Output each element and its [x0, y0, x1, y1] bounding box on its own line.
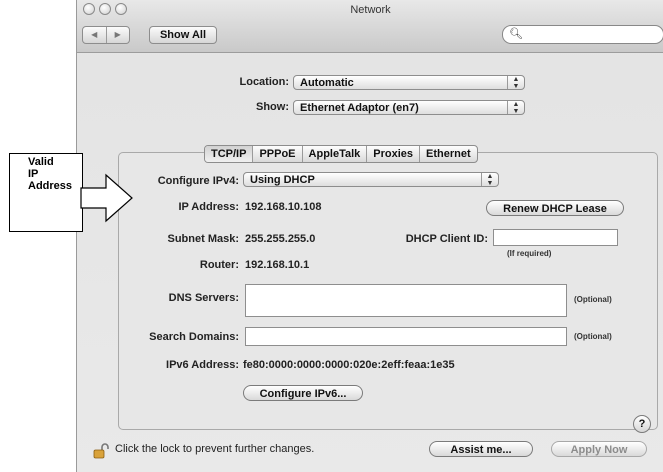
ipv6-address-label: IPv6 Address: [166, 359, 239, 371]
back-button[interactable]: ◀ [83, 27, 107, 43]
subnet-mask-label: Subnet Mask: [167, 233, 239, 245]
popup-arrows-icon: ▲ ▼ [481, 173, 498, 187]
show-all-button[interactable]: Show All [149, 26, 217, 44]
valid-ip-callout: Valid IP Address [9, 153, 83, 232]
location-label: Location: [239, 76, 290, 88]
configure-ipv6-button[interactable]: Configure IPv6... [243, 385, 363, 401]
router-label: Router: [199, 259, 239, 271]
back-forward-control: ◀ ▶ [82, 26, 130, 44]
tab-tcpip[interactable]: TCP/IP [205, 146, 254, 162]
show-value: Ethernet Adaptor (en7) [300, 102, 419, 114]
lock-icon[interactable] [93, 443, 109, 459]
configure-ipv4-value: Using DHCP [250, 174, 315, 186]
popup-arrows-icon: ▲ ▼ [507, 101, 524, 115]
dns-servers-field[interactable] [245, 284, 567, 317]
location-popup[interactable]: Automatic ▲ ▼ [293, 75, 525, 90]
tab-bar: TCP/IP PPPoE AppleTalk Proxies Ethernet [204, 145, 478, 163]
apply-now-button[interactable]: Apply Now [551, 441, 647, 457]
dns-optional-hint: (Optional) [574, 295, 612, 304]
callout-line-1: Valid [28, 156, 54, 168]
tab-proxies[interactable]: Proxies [367, 146, 421, 162]
search-domains-field[interactable] [245, 327, 567, 346]
assist-me-button[interactable]: Assist me... [429, 441, 533, 457]
show-popup[interactable]: Ethernet Adaptor (en7) ▲ ▼ [293, 100, 525, 115]
tab-pppoe[interactable]: PPPoE [253, 146, 303, 162]
location-value: Automatic [300, 77, 354, 89]
ip-address-label: IP Address: [178, 201, 239, 213]
search-field[interactable]: 🔍︎ [502, 25, 663, 44]
title-bar: Network ◀ ▶ Show All 🔍︎ [77, 0, 663, 53]
ip-address-value: 192.168.10.108 [245, 201, 322, 213]
popup-arrows-icon: ▲ ▼ [507, 76, 524, 90]
search-domains-label: Search Domains: [149, 331, 239, 343]
tab-appletalk[interactable]: AppleTalk [303, 146, 368, 162]
callout-line-3: Address [28, 180, 73, 192]
help-button[interactable]: ? [633, 415, 651, 433]
show-label: Show: [256, 101, 289, 113]
dhcp-client-id-label: DHCP Client ID: [405, 233, 488, 245]
dns-servers-label: DNS Servers: [168, 292, 239, 304]
lock-message: Click the lock to prevent further change… [115, 443, 315, 455]
subnet-mask-value: 255.255.255.0 [245, 233, 316, 245]
callout-arrow-icon [80, 173, 133, 223]
ipv6-address-value: fe80:0000:0000:0000:020e:2eff:feaa:1e35 [243, 359, 455, 371]
configure-ipv4-popup[interactable]: Using DHCP ▲ ▼ [243, 172, 499, 187]
tab-ethernet[interactable]: Ethernet [420, 146, 477, 162]
client-id-hint: (If required) [507, 249, 552, 258]
search-optional-hint: (Optional) [574, 332, 612, 341]
network-preferences-window: Network ◀ ▶ Show All 🔍︎ Location: Automa… [76, 0, 663, 472]
configure-ipv4-label: Configure IPv4: [157, 175, 239, 187]
router-value: 192.168.10.1 [245, 259, 310, 271]
search-icon: 🔍︎ [509, 28, 523, 40]
dhcp-client-id-field[interactable] [493, 229, 618, 246]
renew-dhcp-lease-button[interactable]: Renew DHCP Lease [486, 200, 624, 216]
forward-button[interactable]: ▶ [107, 27, 130, 43]
window-title: Network [350, 4, 391, 16]
callout-line-2: IP [28, 168, 39, 180]
